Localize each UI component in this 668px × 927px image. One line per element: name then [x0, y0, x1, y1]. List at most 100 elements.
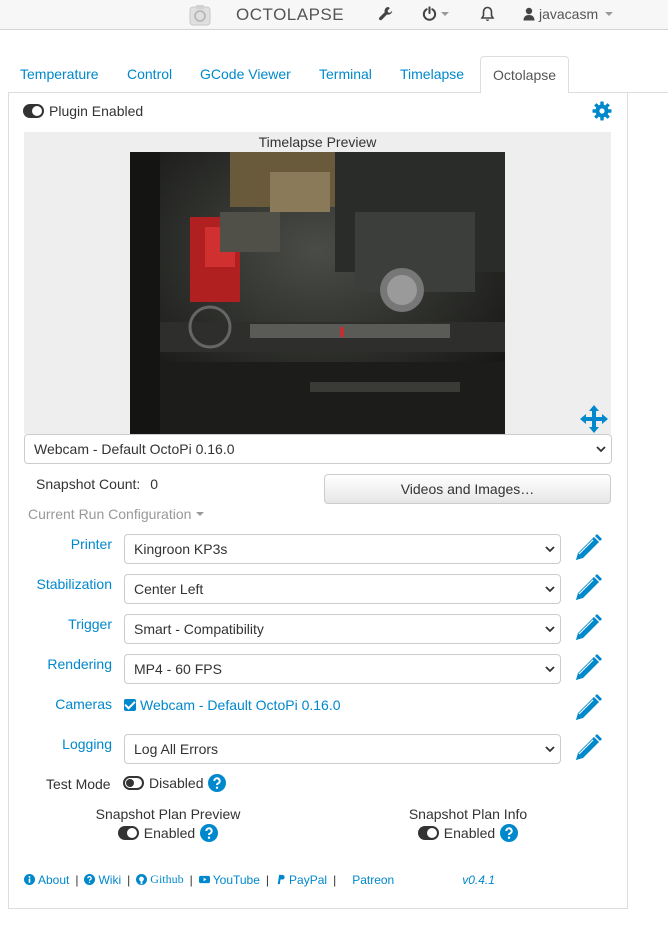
timelapse-preview: Timelapse Preview: [24, 132, 611, 434]
snapshot-count: Snapshot Count: 0: [36, 476, 158, 492]
tab-bar: Temperature Control GCode Viewer Termina…: [8, 56, 668, 94]
webcam-snapshot-image: [130, 152, 505, 434]
test-mode-value: Disabled: [149, 775, 204, 791]
toggle-on-icon: [117, 826, 139, 840]
octoprint-logo-icon[interactable]: [189, 4, 211, 26]
camera-select[interactable]: Webcam - Default OctoPi 0.16.0: [24, 434, 612, 464]
camera-checkbox-item[interactable]: Webcam - Default OctoPi 0.16.0: [124, 697, 341, 713]
youtube-label: YouTube: [212, 872, 260, 887]
test-mode-label: Test Mode: [46, 776, 111, 792]
snapshot-plan-info-toggle[interactable]: Enabled: [368, 824, 568, 842]
logging-select-wrapper: Log All Errors: [124, 734, 561, 764]
patreon-label: Patreon: [352, 872, 395, 887]
about-label: About: [38, 872, 70, 887]
cameras-label[interactable]: Cameras: [0, 696, 112, 712]
user-menu[interactable]: javacasm: [523, 6, 614, 22]
plugin-enabled-toggle[interactable]: Plugin Enabled: [23, 103, 143, 119]
snapshot-plan-info: Snapshot Plan Info Enabled: [368, 806, 568, 842]
wiki-link[interactable]: Wiki: [84, 873, 121, 887]
power-icon: [422, 6, 437, 21]
chevron-down-icon: [196, 512, 205, 516]
printer-select-wrapper: Kingroon KP3s: [124, 534, 561, 564]
snapshot-plan-preview-toggle[interactable]: Enabled: [68, 824, 268, 842]
snapshot-plan-preview-value: Enabled: [143, 825, 196, 841]
info-icon: [24, 874, 35, 885]
about-link[interactable]: About: [24, 873, 69, 887]
separator: |: [265, 872, 270, 887]
gear-icon[interactable]: [592, 101, 612, 121]
help-icon[interactable]: [500, 824, 519, 842]
navbar-brand[interactable]: OCTOLAPSE: [236, 5, 344, 25]
tab-control[interactable]: Control: [115, 56, 184, 93]
patreon-link[interactable]: Patreon: [352, 873, 394, 887]
stabilization-select[interactable]: Center Left: [124, 574, 561, 604]
camera-name[interactable]: Webcam - Default OctoPi 0.16.0: [140, 697, 341, 713]
paypal-icon: [277, 874, 285, 885]
user-name: javacasm: [539, 6, 599, 22]
trigger-select[interactable]: Smart - Compatibility: [124, 614, 561, 644]
logging-label[interactable]: Logging: [0, 736, 112, 752]
paypal-label: PayPal: [289, 872, 328, 887]
plugin-enabled-label: Plugin Enabled: [49, 103, 144, 119]
question-icon: [84, 874, 96, 885]
chevron-down-icon: [605, 12, 614, 16]
move-icon[interactable]: [579, 404, 609, 434]
github-icon: [136, 874, 148, 885]
edit-trigger-pencil-icon[interactable]: [573, 613, 603, 643]
github-link[interactable]: Github: [136, 872, 184, 887]
edit-logging-pencil-icon[interactable]: [573, 733, 603, 763]
snapshot-plan-info-value: Enabled: [443, 825, 496, 841]
rendering-select-wrapper: MP4 - 60 FPS: [124, 654, 561, 684]
stabilization-select-wrapper: Center Left: [124, 574, 561, 604]
youtube-icon: [198, 875, 210, 884]
edit-cameras-pencil-icon[interactable]: [573, 693, 603, 723]
paypal-link[interactable]: PayPal: [275, 873, 327, 887]
snapshot-count-label: Snapshot Count:: [36, 476, 141, 492]
tab-timelapse[interactable]: Timelapse: [388, 56, 476, 93]
rendering-select[interactable]: MP4 - 60 FPS: [124, 654, 561, 684]
youtube-link[interactable]: YouTube: [198, 872, 260, 887]
help-icon[interactable]: [200, 824, 219, 842]
tab-terminal[interactable]: Terminal: [307, 56, 384, 93]
rendering-label[interactable]: Rendering: [0, 656, 112, 672]
chevron-down-icon: [441, 11, 449, 16]
printer-select[interactable]: Kingroon KP3s: [124, 534, 561, 564]
logging-select[interactable]: Log All Errors: [124, 734, 561, 764]
tab-octolapse[interactable]: Octolapse: [480, 56, 570, 94]
trigger-label[interactable]: Trigger: [0, 616, 112, 632]
camera-select-wrapper: Webcam - Default OctoPi 0.16.0: [24, 434, 612, 464]
snapshot-count-value: 0: [150, 476, 158, 492]
snapshot-plan-info-title: Snapshot Plan Info: [408, 806, 528, 822]
wiki-label: Wiki: [98, 872, 122, 887]
preview-title: Timelapse Preview: [258, 134, 377, 150]
tab-temperature[interactable]: Temperature: [8, 56, 111, 93]
trigger-select-wrapper: Smart - Compatibility: [124, 614, 561, 644]
separator: |: [189, 872, 193, 887]
checkbox-checked-icon[interactable]: [124, 699, 136, 711]
user-icon: [523, 7, 535, 21]
separator: |: [333, 872, 337, 887]
test-mode-toggle[interactable]: Disabled: [123, 774, 227, 792]
version-label[interactable]: v0.4.1: [462, 873, 495, 887]
stabilization-label[interactable]: Stabilization: [0, 576, 113, 592]
videos-and-images-button[interactable]: Videos and Images…: [324, 474, 611, 504]
edit-stabilization-pencil-icon[interactable]: [573, 573, 603, 603]
printer-label[interactable]: Printer: [0, 536, 112, 552]
navbar: OCTOLAPSE javacasm: [0, 0, 668, 30]
bell-icon[interactable]: [480, 6, 495, 22]
wrench-icon[interactable]: [378, 6, 394, 22]
snapshot-plan-preview: Snapshot Plan Preview Enabled: [68, 806, 268, 842]
edit-printer-pencil-icon[interactable]: [573, 533, 603, 563]
current-run-configuration-toggle[interactable]: Current Run Configuration: [28, 506, 205, 522]
help-icon[interactable]: [208, 774, 227, 792]
toggle-on-icon: [23, 104, 44, 118]
toggle-off-icon: [123, 776, 144, 790]
toggle-on-icon: [417, 826, 439, 840]
edit-rendering-pencil-icon[interactable]: [573, 653, 603, 683]
separator: |: [127, 872, 131, 887]
power-menu[interactable]: [422, 6, 449, 21]
github-label: Github: [150, 872, 184, 886]
tab-gcode-viewer[interactable]: GCode Viewer: [188, 56, 303, 93]
footer-links: About | Wiki | Github | YouTube | PayPal…: [24, 872, 495, 887]
separator: |: [75, 872, 79, 887]
